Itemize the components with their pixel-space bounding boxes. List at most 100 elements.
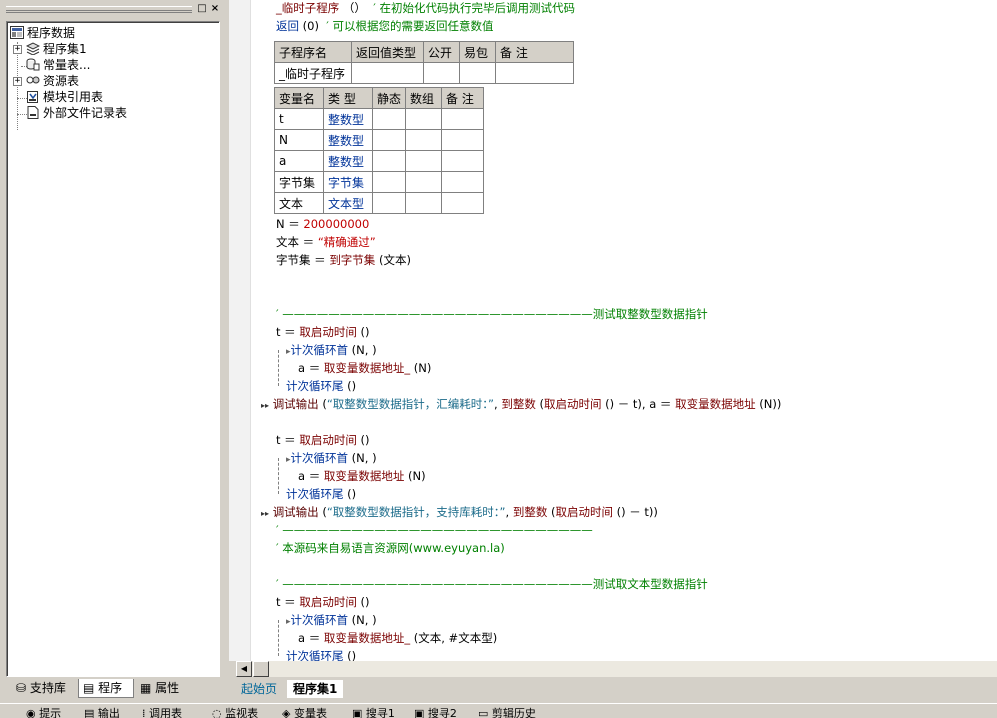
var-type-cell[interactable]: 字节集 [323,171,373,193]
var-type-cell[interactable]: 整数型 [323,108,373,130]
tab-start-page[interactable]: 起始页 [235,680,283,698]
tab-support-library[interactable]: ⛁ 支持库 [12,679,78,698]
tab-call-table[interactable]: ⁞ 调用表 [142,707,182,718]
scroll-thumb[interactable] [253,661,269,677]
table-row[interactable]: a 整数型 [274,150,485,172]
code-line-loop-head[interactable]: ▸计次循环首 (N, ) [286,341,377,359]
code-line-loop-head[interactable]: ▸计次循环首 (N, ) [286,611,377,629]
tree-item-external-files[interactable]: 外部文件记录表 [26,105,127,121]
expand-toggle[interactable]: + [13,77,22,86]
code-line-loop-body[interactable]: a ＝ 取变量数据地址 (N) [298,467,426,485]
close-button[interactable]: × [209,3,221,15]
tab-variable-table[interactable]: ◈ 变量表 [282,707,327,718]
var-note-cell[interactable] [441,171,485,193]
function-args: () [356,433,370,447]
var-table-header: 备 注 [441,87,485,109]
tree-item-constants[interactable]: 常量表... [26,57,90,73]
panel-titlebar: □ × [2,2,224,16]
tree-item-program-data[interactable]: 程序数据 [10,25,75,41]
var-name-cell[interactable]: 字节集 [274,171,324,193]
var-static-cell[interactable] [371,171,407,193]
var-static-cell[interactable] [371,192,407,214]
function-name: 调试输出 [272,397,319,411]
separator-comment[interactable]: ′ ———————————————————————————测试取文本型数据指针 [276,575,708,593]
tab-clip-history[interactable]: ▭ 剪辑历史 [478,707,536,718]
scroll-left-button[interactable]: ◀ [236,661,252,677]
table-row[interactable]: 文本 文本型 [274,192,485,214]
tab-program[interactable]: ▤ 程序 [78,679,134,698]
tab-watch-table[interactable]: ◌ 监视表 [212,707,258,718]
code-line-loop-body[interactable]: a ＝ 取变量数据地址_ (N) [298,359,431,377]
code-line-debug-output[interactable]: ▸▸ 调试输出 (“取整数型数据指针，支持库耗时：”, 到整数 (取启动时间 (… [261,503,658,521]
code-line-loop-body[interactable]: a ＝ 取变量数据地址_ (文本, #文本型) [298,629,497,647]
sub-table-cell[interactable] [495,62,574,84]
tab-output[interactable]: ▤ 输出 [84,707,120,718]
var-static-cell[interactable] [371,150,407,172]
paren: ( [535,397,544,411]
var-name-cell[interactable]: a [274,150,324,172]
code-editor[interactable]: _临时子程序 （） ′ 在初始化代码执行完毕后调用测试代码 返回 (0) ′ 可… [229,0,997,661]
var-name-cell[interactable]: 文本 [274,192,324,214]
code-line-loop-head[interactable]: ▸计次循环首 (N, ) [286,449,377,467]
code-line-assign[interactable]: N ＝ 200000000 [276,215,369,233]
var-static-cell[interactable] [371,129,407,151]
var-type-cell[interactable]: 整数型 [323,150,373,172]
titlebar-grip[interactable] [6,6,192,11]
var-note-cell[interactable] [441,108,485,130]
code-line-timer[interactable]: t ＝ 取启动时间 () [276,323,369,341]
var-array-cell[interactable] [405,108,443,130]
tab-search2[interactable]: ▣ 搜寻2 [414,707,457,718]
var-type-cell[interactable]: 文本型 [323,192,373,214]
code-line-loop-tail[interactable]: 计次循环尾 () [286,377,356,395]
sub-table-cell[interactable] [459,62,496,84]
horizontal-scrollbar[interactable]: ◀ [236,661,997,677]
sub-table-cell[interactable] [351,62,424,84]
source-comment[interactable]: ′ 本源码来自易语言资源网(www.eyuyan.la) [276,539,505,557]
tab-assembly1[interactable]: 程序集1 [287,680,344,698]
expand-toggle[interactable]: + [13,45,22,54]
loop-keyword: 计次循环尾 [286,649,344,661]
function-name: 取启动时间 [299,325,357,339]
var-array-cell[interactable] [405,129,443,151]
table-row[interactable]: t 整数型 [274,108,485,130]
code-line-loop-tail[interactable]: 计次循环尾 () [286,647,356,661]
tree-item-assembly[interactable]: 程序集1 [26,41,87,57]
code-line-return[interactable]: 返回 (0) ′ 可以根据您的需要返回任意数值 [276,17,494,35]
code-line-assign[interactable]: 字节集 ＝ 到字节集 (文本) [276,251,411,269]
tree-item-label: 资源表 [43,74,80,88]
code-line-timer[interactable]: t ＝ 取启动时间 () [276,431,369,449]
var-name-cell[interactable]: N [274,129,324,151]
var-note-cell[interactable] [441,129,485,151]
code-line-loop-tail[interactable]: 计次循环尾 () [286,485,356,503]
tab-hint[interactable]: ◉ 提示 [26,707,61,718]
tab-search1[interactable]: ▣ 搜寻1 [352,707,395,718]
tree-item-module-refs[interactable]: 模块引用表 [26,89,103,105]
sub-table-cell[interactable]: _临时子程序 [274,62,352,84]
separator-comment[interactable]: ′ ———————————————————————————测试取整数型数据指针 [276,305,708,323]
var-name-cell[interactable]: t [274,108,324,130]
document-tabs: 起始页 程序集1 [229,679,997,701]
tab-label: 剪辑历史 [491,707,536,718]
var-note-cell[interactable] [441,150,485,172]
var-note-cell[interactable] [441,192,485,214]
var-array-cell[interactable] [405,192,443,214]
sub-table-cell[interactable] [423,62,460,84]
table-row[interactable]: 字节集 字节集 [274,171,485,193]
separator-comment[interactable]: ′ ——————————————————————————— [276,521,593,539]
function-args: (N) [404,469,426,483]
assign-lhs: t ＝ [276,325,300,339]
tab-label: 属性 [155,681,180,695]
code-line-assign[interactable]: 文本 ＝ “精确通过” [276,233,376,251]
code-line-timer[interactable]: t ＝ 取启动时间 () [276,593,369,611]
tree-item-resources[interactable]: 资源表 [26,73,79,89]
table-row[interactable]: N 整数型 [274,129,485,151]
restore-button[interactable]: □ [196,3,208,15]
call-table-icon: ⁞ [142,707,146,718]
var-type-cell[interactable]: 整数型 [323,129,373,151]
code-line-debug-output[interactable]: ▸▸ 调试输出 (“取整数型数据指针，汇编耗时：”, 到整数 (取启动时间 ()… [261,395,781,413]
var-array-cell[interactable] [405,150,443,172]
var-array-cell[interactable] [405,171,443,193]
code-line-sub-decl[interactable]: _临时子程序 （） ′ 在初始化代码执行完毕后调用测试代码 [276,0,575,17]
tab-properties[interactable]: ▦ 属性 [136,679,196,698]
var-static-cell[interactable] [371,108,407,130]
